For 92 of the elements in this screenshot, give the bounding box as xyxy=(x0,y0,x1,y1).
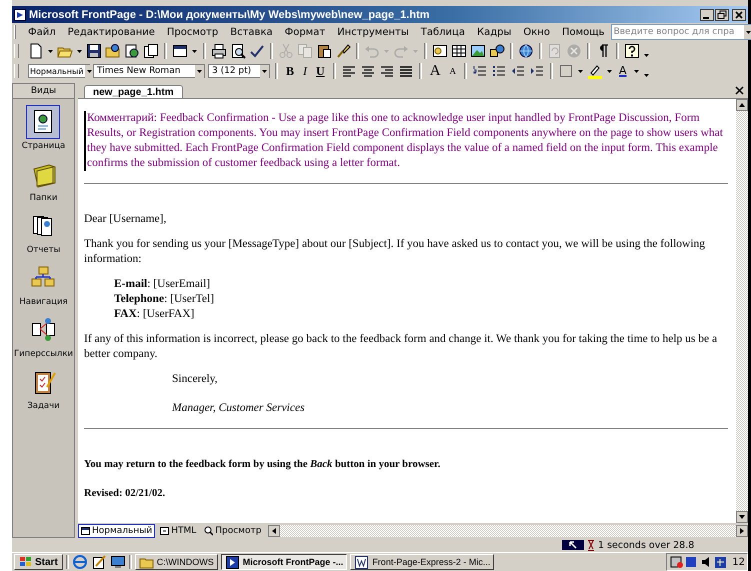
view-label[interactable]: Отчеты xyxy=(26,245,60,255)
view-label[interactable]: Страница xyxy=(22,141,66,151)
menu-item[interactable]: Таблица xyxy=(414,26,471,38)
taskbar-button[interactable]: C:\WINDOWS xyxy=(134,554,218,570)
menu-item[interactable]: Инструменты xyxy=(331,26,415,38)
scroll-right-icon[interactable] xyxy=(736,524,748,536)
font-color-button[interactable]: A xyxy=(616,63,630,79)
menu-item[interactable]: Файл xyxy=(22,26,62,38)
shapes-icon[interactable] xyxy=(489,43,505,59)
shrink-font-button[interactable]: A xyxy=(446,63,460,79)
bullet-list-icon[interactable] xyxy=(491,63,508,79)
minimize-icon[interactable] xyxy=(700,8,714,20)
view-tab[interactable]: Нормальный xyxy=(78,524,156,538)
taskbar-button[interactable]: Microsoft FrontPage -... xyxy=(220,554,348,570)
app-icon xyxy=(14,8,26,20)
horizontal-scrollbar[interactable] xyxy=(268,524,748,536)
view-label[interactable]: Гиперссылки xyxy=(14,349,74,359)
comment-text: Комментарий: Feedback Confirmation - Use a page like this one to acknowledge user input handled by FrontPage Discussion, Form Results, or Registration components. You may insert FrontPage Confirmation Field components anywhere on the page to show users what they have submitted. Each FrontPage Confirmation Field component displays the value of a named field on the input form. This example confirms the submission of customer feedback using a letter format. xyxy=(84,111,728,171)
document-tab[interactable]: new_page_1.htm xyxy=(84,85,183,98)
print-preview-icon[interactable] xyxy=(230,43,246,59)
note-text: Revised: 02/21/02. xyxy=(84,487,166,501)
view-label[interactable]: Папки xyxy=(30,193,58,203)
menu-item[interactable]: Редактирование xyxy=(62,26,161,38)
close-icon[interactable] xyxy=(735,86,744,95)
picture-icon[interactable] xyxy=(470,43,486,59)
border-icon[interactable] xyxy=(558,63,574,79)
field-line: Telephone: [UserTel] xyxy=(114,292,216,307)
underline-button[interactable]: U xyxy=(313,63,328,79)
style-dropdown[interactable]: Нормальный xyxy=(28,64,90,78)
scroll-up-icon[interactable] xyxy=(736,99,748,111)
view-tab[interactable]: Просмотр xyxy=(201,524,264,538)
menu-item[interactable]: Вставка xyxy=(224,26,279,38)
globe-icon[interactable] xyxy=(124,43,140,59)
spell-check-icon[interactable] xyxy=(249,43,265,59)
menu-item[interactable]: Просмотр xyxy=(160,26,224,38)
page-icon[interactable] xyxy=(26,105,60,139)
views-header: Виды xyxy=(13,84,74,99)
menu-item[interactable]: Формат xyxy=(278,26,332,38)
window-title: Microsoft FrontPage - D:\Мои документы\My Webs\myweb\new_page_1.htm xyxy=(29,8,431,20)
scroll-left-icon[interactable] xyxy=(268,524,280,536)
vertical-scrollbar[interactable] xyxy=(736,99,748,523)
pages-icon[interactable] xyxy=(143,43,159,59)
italic-button[interactable]: I xyxy=(300,63,310,79)
menu-item[interactable]: Окно xyxy=(517,26,556,38)
paintbrush-icon[interactable] xyxy=(335,43,351,59)
font-dropdown[interactable]: Times New Roman xyxy=(93,64,205,78)
printer-icon[interactable] xyxy=(211,43,227,59)
signature-text: Manager, Customer Services xyxy=(172,401,306,416)
close-icon[interactable] xyxy=(732,8,746,20)
bold-button[interactable]: B xyxy=(283,63,298,79)
view-label[interactable]: Задачи xyxy=(27,401,60,411)
window-icon[interactable] xyxy=(172,43,188,59)
restore-icon[interactable] xyxy=(715,8,729,20)
font-size-dropdown[interactable]: 3 (12 pt) xyxy=(208,64,270,78)
dropdown-arrow-icon[interactable] xyxy=(744,25,751,39)
closing-text: Sincerely, xyxy=(172,372,219,387)
grow-font-button[interactable]: A xyxy=(426,63,444,79)
globe-link-icon[interactable] xyxy=(518,43,534,59)
taskbar-button[interactable]: Front-Page-Express-2 - Mic... xyxy=(350,554,494,570)
field-line: FAX: [UserFAX] xyxy=(114,307,196,322)
normal-view-icon xyxy=(81,526,90,536)
menu-item[interactable]: Кадры xyxy=(470,26,518,38)
browser-icon[interactable] xyxy=(72,554,88,570)
arrow-cursor-icon xyxy=(562,540,584,550)
tray-icons-drawing[interactable] xyxy=(670,555,728,569)
folder-globe-icon[interactable] xyxy=(105,43,121,59)
help-search-field[interactable]: Введите вопрос для спра xyxy=(610,24,751,40)
notepad-pencil-icon[interactable] xyxy=(90,554,107,570)
html-view-icon xyxy=(160,526,170,536)
windows-logo-icon xyxy=(19,556,33,568)
web-component-icon[interactable] xyxy=(432,43,448,59)
help-icon[interactable] xyxy=(624,43,640,59)
paragraph: Dear [Username], xyxy=(84,212,168,227)
clock: 12 xyxy=(732,556,746,568)
field-line: E-mail: [UserEmail] xyxy=(114,277,212,292)
scroll-down-icon[interactable] xyxy=(736,511,748,523)
view-label[interactable]: Навигация xyxy=(19,297,68,307)
table-icon[interactable] xyxy=(451,43,467,59)
highlighter-icon[interactable] xyxy=(587,63,604,79)
menu-item[interactable]: Помощь xyxy=(556,26,611,38)
new-document-icon[interactable] xyxy=(28,43,44,59)
clipboard-icon[interactable] xyxy=(316,43,332,59)
start-button[interactable]: Start xyxy=(14,554,63,570)
hourglass-icon xyxy=(587,540,595,550)
note-text: You may return to the feedback form by using the Back button in your browser. xyxy=(84,458,442,472)
download-time: 1 seconds over 28.8 xyxy=(598,540,696,550)
desktop-icon[interactable] xyxy=(110,554,126,570)
view-tab[interactable]: HTML xyxy=(157,524,200,538)
document-w-icon xyxy=(354,554,370,570)
paragraph: Thank you for sending us your [MessageType] about our [Subject]. If you have asked us to contact you, we will be using the following information: xyxy=(84,237,706,267)
magnifier-icon xyxy=(204,526,214,536)
paragraph: If any of this information is incorrect, please go back to the feedback form and change it. We thank you for taking the time to help us be a better company. xyxy=(84,332,718,362)
